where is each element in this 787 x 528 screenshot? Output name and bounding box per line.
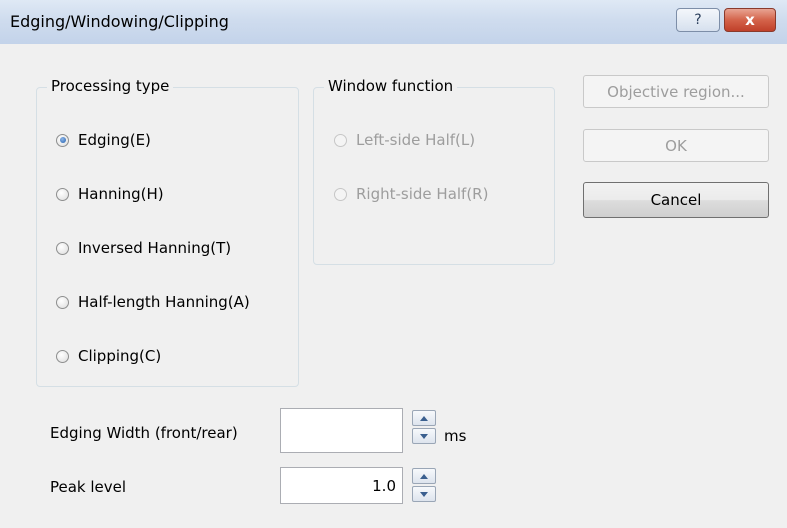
arrow-up-icon (420, 415, 428, 421)
radio-label: Right-side Half(R) (356, 185, 489, 203)
dialog-window: Edging/Windowing/Clipping ? x Processing… (0, 0, 787, 528)
arrow-up-icon (420, 473, 428, 479)
button-label: Cancel (650, 191, 702, 209)
radio-label: Left-side Half(L) (356, 131, 476, 149)
radio-button[interactable] (56, 295, 69, 309)
processing-type-legend: Processing type (47, 77, 174, 95)
radio-button-disabled[interactable] (334, 187, 347, 201)
radio-button[interactable] (56, 187, 69, 201)
button-label: OK (665, 136, 687, 155)
close-icon: x (745, 11, 755, 29)
radio-label: Inversed Hanning(T) (78, 239, 232, 257)
radio-right-side-half[interactable]: Right-side Half(R) (334, 185, 488, 203)
radio-label: Half-length Hanning(A) (78, 293, 250, 311)
help-button[interactable]: ? (676, 8, 720, 32)
ok-button[interactable]: OK (583, 129, 769, 162)
edging-width-label: Edging Width (front/rear) (50, 424, 238, 442)
radio-button[interactable] (56, 349, 69, 363)
edging-width-input[interactable] (280, 408, 403, 453)
radio-hanning[interactable]: Hanning(H) (56, 185, 164, 203)
help-icon: ? (694, 12, 702, 28)
radio-left-side-half[interactable]: Left-side Half(L) (334, 131, 475, 149)
arrow-down-icon (420, 491, 428, 497)
peak-level-label: Peak level (50, 478, 127, 496)
radio-label: Hanning(H) (78, 185, 164, 203)
radio-label: Edging(E) (78, 131, 151, 149)
arrow-down-icon (420, 433, 428, 439)
window-function-legend: Window function (324, 77, 458, 95)
title-bar[interactable]: Edging/Windowing/Clipping ? x (0, 0, 787, 45)
cancel-button[interactable]: Cancel (583, 182, 769, 218)
peak-level-input[interactable]: 1.0 (280, 467, 403, 504)
peak-level-spinner[interactable] (412, 468, 438, 504)
edging-width-spinner[interactable] (412, 410, 438, 446)
radio-button-selected[interactable] (56, 133, 69, 147)
dialog-client: Processing type Edging(E) Hanning(H) Inv… (0, 44, 787, 528)
radio-edging[interactable]: Edging(E) (56, 131, 151, 149)
spin-up-button[interactable] (412, 468, 436, 484)
spin-down-button[interactable] (412, 428, 436, 444)
radio-label: Clipping(C) (78, 347, 162, 365)
window-function-group: Window function (313, 77, 555, 265)
radio-inversed-hanning[interactable]: Inversed Hanning(T) (56, 239, 231, 257)
spin-up-button[interactable] (412, 410, 436, 426)
radio-button-disabled[interactable] (334, 133, 347, 147)
radio-button[interactable] (56, 241, 69, 255)
window-title: Edging/Windowing/Clipping (10, 12, 229, 31)
radio-half-length-hanning[interactable]: Half-length Hanning(A) (56, 293, 250, 311)
edging-width-unit: ms (444, 427, 467, 445)
radio-clipping[interactable]: Clipping(C) (56, 347, 161, 365)
spin-down-button[interactable] (412, 486, 436, 502)
close-button[interactable]: x (724, 8, 776, 32)
objective-region-button[interactable]: Objective region... (583, 75, 769, 108)
button-label: Objective region... (607, 82, 745, 101)
